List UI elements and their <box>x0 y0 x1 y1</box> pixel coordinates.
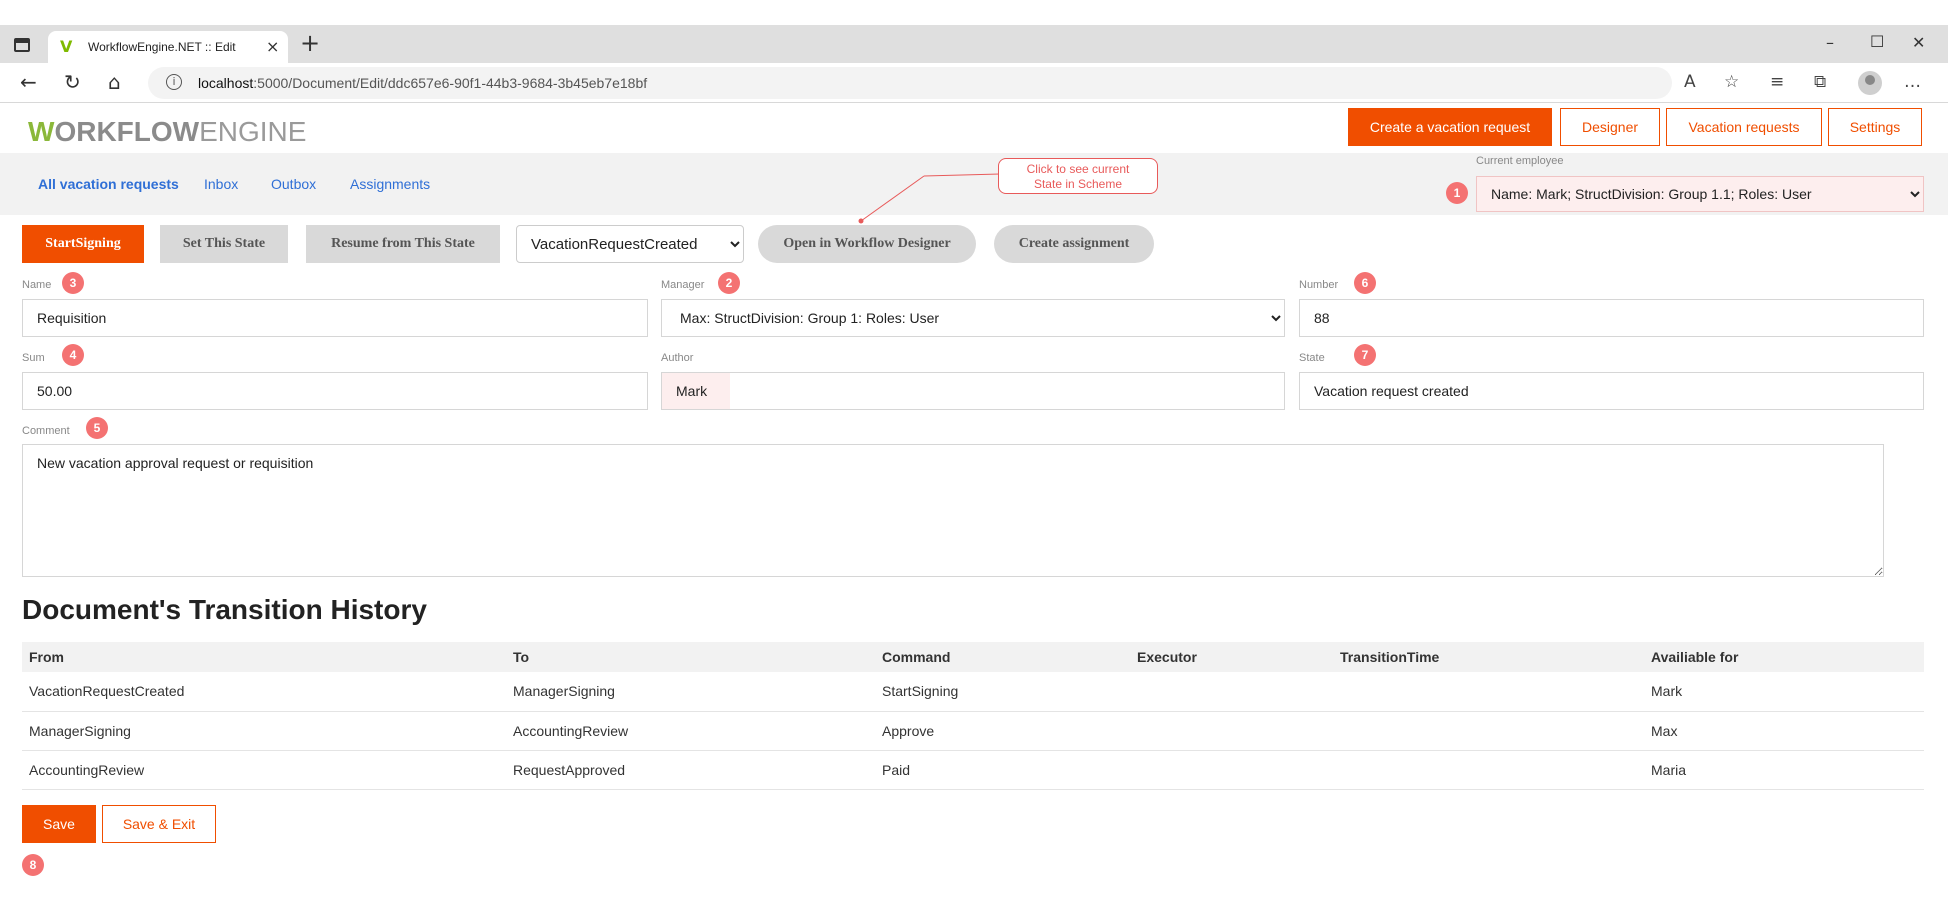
sum-field[interactable]: 50.00 <box>22 372 648 410</box>
nav-inbox[interactable]: Inbox <box>204 176 238 192</box>
manager-select[interactable]: Max: StructDivision: Group 1: Roles: Use… <box>661 299 1285 337</box>
table-row: VacationRequestCreated ManagerSigning St… <box>22 672 1924 712</box>
col-command: Command <box>875 642 1130 672</box>
home-icon[interactable]: ⌂ <box>108 71 121 93</box>
col-from: From <box>22 642 506 672</box>
marker-6: 6 <box>1354 272 1376 294</box>
manager-label: Manager <box>661 279 705 291</box>
close-tab-icon[interactable]: × <box>266 37 279 56</box>
cell-executor <box>1130 750 1333 790</box>
callout-line-1: Click to see current <box>1026 162 1130 176</box>
refresh-icon[interactable]: ↻ <box>64 71 81 93</box>
create-assignment-button[interactable]: Create assignment <box>994 225 1154 263</box>
author-value: Mark <box>662 373 730 409</box>
table-row: ManagerSigning AccountingReview Approve … <box>22 711 1924 751</box>
cell-from: VacationRequestCreated <box>22 672 506 712</box>
col-transition-time: TransitionTime <box>1333 642 1644 672</box>
cell-available-for: Max <box>1644 711 1924 751</box>
history-table: From To Command Executor TransitionTime … <box>22 642 1924 790</box>
col-executor: Executor <box>1130 642 1333 672</box>
history-header-row: From To Command Executor TransitionTime … <box>22 642 1924 672</box>
author-field: Mark <box>661 372 1285 410</box>
marker-3: 3 <box>62 272 84 294</box>
vacation-requests-button[interactable]: Vacation requests <box>1666 108 1822 146</box>
current-employee-select[interactable]: Name: Mark; StructDivision: Group 1.1; R… <box>1476 176 1924 212</box>
set-this-state-button[interactable]: Set This State <box>160 225 288 263</box>
url-field[interactable]: i localhost:5000/Document/Edit/ddc657e6-… <box>148 67 1672 99</box>
read-aloud-icon[interactable]: A <box>1684 72 1696 92</box>
sum-label: Sum <box>22 352 45 364</box>
workflowengine-logo[interactable]: WORKFLOWENGINE <box>28 116 306 148</box>
info-icon[interactable]: i <box>166 74 182 90</box>
cell-to: AccountingReview <box>506 711 875 751</box>
author-label: Author <box>661 352 694 364</box>
marker-7: 7 <box>1354 344 1376 366</box>
cell-available-for: Maria <box>1644 750 1924 790</box>
callout-line-2: State in Scheme <box>1033 177 1123 191</box>
more-icon[interactable]: … <box>1904 72 1921 92</box>
save-and-exit-button[interactable]: Save & Exit <box>102 805 216 843</box>
cell-command: Approve <box>875 711 1130 751</box>
minimize-icon[interactable]: – <box>1826 33 1834 52</box>
cell-executor <box>1130 711 1333 751</box>
cell-transition-time <box>1333 750 1644 790</box>
col-available-for: Availiable for <box>1644 642 1924 672</box>
nav-outbox[interactable]: Outbox <box>271 176 316 192</box>
add-favorite-icon[interactable]: ☆ <box>1724 72 1739 92</box>
cell-to: ManagerSigning <box>506 672 875 712</box>
save-button[interactable]: Save <box>22 805 96 843</box>
profile-avatar[interactable] <box>1858 71 1882 95</box>
browser-tab[interactable]: V WorkflowEngine.NET :: Edit × <box>48 31 288 63</box>
address-bar: ← ↻ ⌂ i localhost:5000/Document/Edit/ddc… <box>0 63 1948 103</box>
col-to: To <box>506 642 875 672</box>
marker-4: 4 <box>62 344 84 366</box>
url-text: localhost:5000/Document/Edit/ddc657e6-90… <box>198 75 648 91</box>
favorites-icon[interactable]: ≡ <box>1770 72 1784 92</box>
name-field[interactable]: Requisition <box>22 299 648 337</box>
close-window-icon[interactable]: ✕ <box>1912 33 1925 52</box>
marker-1: 1 <box>1446 182 1468 204</box>
cell-from: AccountingReview <box>22 750 506 790</box>
tab-actions-icon[interactable] <box>14 38 30 52</box>
tab-title: WorkflowEngine.NET :: Edit <box>88 40 236 54</box>
comment-textarea[interactable]: New vacation approval request or requisi… <box>22 444 1884 577</box>
designer-callout: Click to see current State in Scheme <box>998 158 1158 194</box>
nav-assignments[interactable]: Assignments <box>350 176 430 192</box>
current-employee-label: Current employee <box>1476 155 1564 167</box>
history-title: Document's Transition History <box>22 594 427 625</box>
nav-all-vacation-requests[interactable]: All vacation requests <box>38 176 179 192</box>
cell-available-for: Mark <box>1644 672 1924 712</box>
cell-to: RequestApproved <box>506 750 875 790</box>
maximize-icon[interactable]: ☐ <box>1870 32 1884 51</box>
settings-button[interactable]: Settings <box>1828 108 1922 146</box>
browser-tabstrip: V WorkflowEngine.NET :: Edit × + – ☐ ✕ <box>0 25 1948 63</box>
cell-command: StartSigning <box>875 672 1130 712</box>
table-row: AccountingReview RequestApproved Paid Ma… <box>22 750 1924 790</box>
new-tab-icon[interactable]: + <box>300 29 320 57</box>
cell-transition-time <box>1333 672 1644 712</box>
start-signing-button[interactable]: StartSigning <box>22 225 144 263</box>
workflow-favicon-icon: V <box>60 37 73 56</box>
name-label: Name <box>22 279 52 291</box>
state-select[interactable]: VacationRequestCreated <box>516 225 744 263</box>
cell-from: ManagerSigning <box>22 711 506 751</box>
open-in-workflow-designer-button[interactable]: Open in Workflow Designer <box>758 225 976 263</box>
state-field[interactable]: Vacation request created <box>1299 372 1924 410</box>
marker-2: 2 <box>718 272 740 294</box>
number-field[interactable]: 88 <box>1299 299 1924 337</box>
cell-command: Paid <box>875 750 1130 790</box>
marker-5: 5 <box>86 417 108 439</box>
number-label: Number <box>1299 279 1339 291</box>
designer-button[interactable]: Designer <box>1560 108 1660 146</box>
comment-label: Comment <box>22 425 70 437</box>
collections-icon[interactable]: ⧉ <box>1814 72 1826 92</box>
create-vacation-request-button[interactable]: Create a vacation request <box>1348 108 1552 146</box>
resume-from-state-button[interactable]: Resume from This State <box>306 225 500 263</box>
marker-8: 8 <box>22 854 44 876</box>
back-icon[interactable]: ← <box>20 71 37 93</box>
cell-transition-time <box>1333 711 1644 751</box>
state-label: State <box>1299 352 1325 364</box>
cell-executor <box>1130 672 1333 712</box>
